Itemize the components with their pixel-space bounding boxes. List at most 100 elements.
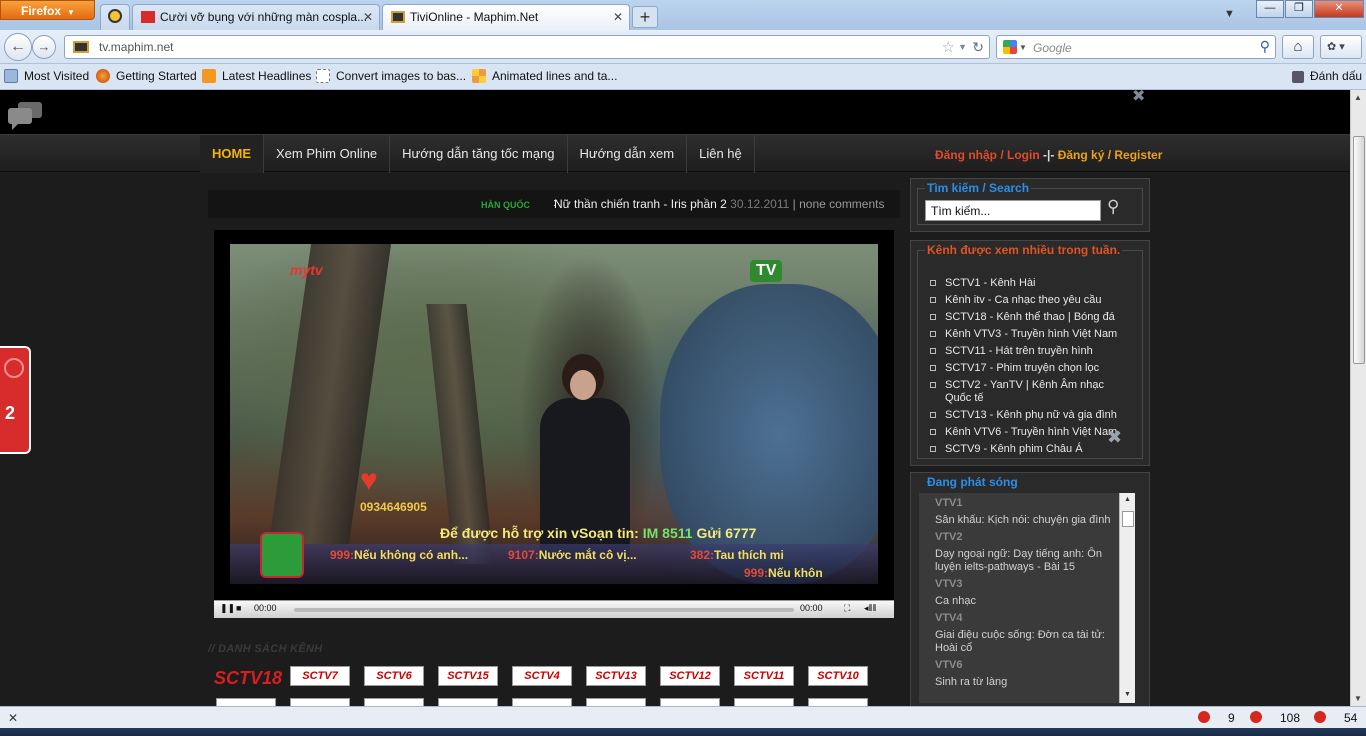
video-player[interactable]: mytv TV ♥ 0934646905 Để được hỗ trợ xin … bbox=[214, 230, 894, 618]
video-frame[interactable]: mytv TV ♥ 0934646905 Để được hỗ trợ xin … bbox=[230, 244, 878, 584]
maximize-button[interactable]: ❐ bbox=[1285, 0, 1313, 18]
tab-cosplay[interactable]: Cười vỡ bụng với những màn cospla... ✕ bbox=[132, 4, 380, 30]
search-icon[interactable]: ⚲ bbox=[1107, 197, 1119, 217]
site-search-input[interactable] bbox=[925, 200, 1101, 221]
back-button[interactable]: ← bbox=[4, 33, 32, 61]
channel-thumb[interactable] bbox=[364, 698, 424, 706]
popular-channel-item[interactable]: SCTV13 - Kênh phụ nữ và gia đình bbox=[929, 409, 1129, 422]
url-history-dropdown-icon[interactable]: ▼ bbox=[958, 42, 967, 52]
reload-icon[interactable]: ↻ bbox=[972, 39, 984, 56]
scroll-down-icon[interactable]: ▼ bbox=[1354, 694, 1362, 703]
pinned-tab[interactable] bbox=[100, 4, 130, 30]
comments-link[interactable]: | none comments bbox=[793, 197, 885, 211]
addon-person-icon[interactable] bbox=[1250, 711, 1262, 723]
page-scrollbar[interactable]: ▲ ▼ bbox=[1350, 90, 1366, 706]
register-link[interactable]: Đăng ký / Register bbox=[1058, 148, 1163, 162]
channel-sctv15[interactable]: SCTV15 bbox=[438, 666, 498, 686]
scroll-up-icon[interactable]: ▲ bbox=[1354, 93, 1362, 102]
menu-xem-phim-online[interactable]: Xem Phim Online bbox=[264, 135, 391, 173]
ticker-item: 382:Tau thích mi bbox=[690, 548, 784, 562]
popular-channel-item[interactable]: SCTV9 - Kênh phim Châu Á bbox=[929, 443, 1129, 456]
channel-thumb[interactable] bbox=[216, 698, 276, 706]
engine-dropdown-icon[interactable]: ▼ bbox=[1019, 43, 1027, 52]
popular-channel-item[interactable]: SCTV11 - Hát trên truyền hình bbox=[929, 345, 1129, 358]
popular-channel-item[interactable]: SCTV17 - Phim truyện chọn lọc bbox=[929, 362, 1129, 375]
forward-button[interactable]: → bbox=[32, 35, 56, 59]
bookmark-getting-started[interactable]: Getting Started bbox=[96, 69, 197, 83]
popular-channel-item[interactable]: SCTV18 - Kênh thể thao | Bóng đá bbox=[929, 311, 1129, 324]
list-scroll-thumb[interactable] bbox=[1122, 511, 1134, 527]
url-bar[interactable]: tv.maphim.net ☆ ▼ ↻ bbox=[64, 35, 990, 59]
category-link[interactable]: HÀN QUỐC bbox=[481, 200, 530, 210]
channel-sctv18[interactable]: SCTV18 bbox=[214, 666, 282, 692]
tab-tivionline[interactable]: TiviOnline - Maphim.Net ✕ bbox=[382, 4, 630, 30]
seek-bar[interactable] bbox=[294, 608, 794, 612]
menu-huong-dan-tang-toc[interactable]: Hướng dẫn tăng tốc mạng bbox=[390, 135, 568, 173]
popular-channels-list: SCTV1 - Kênh Hài Kênh itv - Ca nhạc theo… bbox=[929, 277, 1129, 460]
addon-button[interactable]: ✿ ▾ bbox=[1320, 35, 1362, 59]
search-icon[interactable]: ⚲ bbox=[1260, 38, 1270, 55]
bookmark-star-icon[interactable]: ☆ bbox=[942, 38, 955, 56]
channel-sctv7[interactable]: SCTV7 bbox=[290, 666, 350, 686]
tools-icon[interactable]: ✖ bbox=[1132, 90, 1145, 106]
popular-channel-item[interactable]: Kênh itv - Ca nhạc theo yêu cầu bbox=[929, 294, 1129, 307]
channel-sctv10[interactable]: SCTV10 bbox=[808, 666, 868, 686]
now-playing-list[interactable]: VTV1 Sân khấu: Kịch nói: chuyện gia đình… bbox=[919, 493, 1135, 703]
page-scroll-thumb[interactable] bbox=[1353, 136, 1365, 364]
list-all-tabs-icon[interactable]: ▼ bbox=[1224, 8, 1235, 20]
close-tab-icon[interactable]: ✕ bbox=[363, 10, 373, 24]
pause-icon[interactable]: ❚❚ bbox=[220, 603, 235, 614]
minimize-button[interactable]: — bbox=[1256, 0, 1284, 18]
floating-side-widget[interactable]: 2 bbox=[0, 346, 31, 454]
channel-sctv13[interactable]: SCTV13 bbox=[586, 666, 646, 686]
fullscreen-icon[interactable]: ⛶ bbox=[844, 603, 850, 614]
volume-icon[interactable]: ◂⦀⦀ bbox=[864, 603, 876, 614]
channel-thumb[interactable] bbox=[660, 698, 720, 706]
channel-sctv11[interactable]: SCTV11 bbox=[734, 666, 794, 686]
popular-channel-item[interactable]: SCTV1 - Kênh Hài bbox=[929, 277, 1129, 290]
addon-person-icon[interactable] bbox=[1314, 711, 1326, 723]
channel-thumb[interactable] bbox=[438, 698, 498, 706]
menu-huong-dan-xem[interactable]: Hướng dẫn xem bbox=[568, 135, 688, 173]
channel-sctv4[interactable]: SCTV4 bbox=[512, 666, 572, 686]
popular-channel-item[interactable]: SCTV2 - YanTV | Kênh Âm nhạc Quốc tế bbox=[929, 379, 1109, 405]
channel-thumb[interactable] bbox=[290, 698, 350, 706]
channel-thumb[interactable] bbox=[512, 698, 572, 706]
bookmark-latest-headlines[interactable]: Latest Headlines bbox=[202, 69, 311, 83]
login-link[interactable]: Đăng nhập / Login bbox=[935, 148, 1040, 162]
tools-icon[interactable]: ✖ bbox=[1107, 427, 1122, 448]
list-scrollbar[interactable]: ▲ ▼ bbox=[1119, 493, 1135, 703]
window-close-button[interactable]: ✕ bbox=[1314, 0, 1364, 18]
close-statusbar-icon[interactable]: ✕ bbox=[8, 711, 18, 725]
movie-title-text[interactable]: Nữ thần chiến tranh - Iris phần 2 bbox=[554, 197, 727, 211]
player-controls: ❚❚ ■ 00:00 00:00 ⛶ ◂⦀⦀ bbox=[214, 600, 894, 618]
menu-home[interactable]: HOME bbox=[200, 135, 264, 173]
channel-thumb[interactable] bbox=[808, 698, 868, 706]
new-tab-button[interactable]: + bbox=[632, 6, 658, 28]
popular-channel-item[interactable]: Kênh VTV6 - Truyền hình Việt Nam bbox=[929, 426, 1129, 439]
bookmark-convert-images[interactable]: Convert images to bas... bbox=[316, 69, 466, 83]
site-identity-icon[interactable] bbox=[73, 41, 89, 53]
menu-lien-he[interactable]: Liên hệ bbox=[687, 135, 755, 173]
search-bar[interactable]: ▼ Google ⚲ bbox=[996, 35, 1276, 59]
google-engine-icon[interactable] bbox=[1003, 40, 1017, 54]
popular-channel-item[interactable]: Kênh VTV3 - Truyền hình Việt Nam bbox=[929, 328, 1129, 341]
channel-sctv12[interactable]: SCTV12 bbox=[660, 666, 720, 686]
search-placeholder[interactable]: Google bbox=[1033, 41, 1072, 55]
bookmark-most-visited[interactable]: Most Visited bbox=[4, 69, 89, 83]
channel-sctv6[interactable]: SCTV6 bbox=[364, 666, 424, 686]
channel-thumb[interactable] bbox=[734, 698, 794, 706]
scroll-down-icon[interactable]: ▼ bbox=[1124, 691, 1131, 698]
comments-text[interactable]: none comments bbox=[799, 197, 884, 211]
addon-person-icon[interactable] bbox=[1198, 711, 1210, 723]
os-taskbar bbox=[0, 728, 1366, 736]
stop-icon[interactable]: ■ bbox=[236, 603, 241, 613]
home-button[interactable]: ⌂ bbox=[1282, 35, 1314, 59]
bookmarks-menu-button[interactable]: Đánh dấu bbox=[1292, 69, 1362, 83]
scroll-up-icon[interactable]: ▲ bbox=[1124, 496, 1131, 503]
close-tab-icon[interactable]: ✕ bbox=[613, 10, 623, 24]
channel-thumb[interactable] bbox=[586, 698, 646, 706]
url-text[interactable]: tv.maphim.net bbox=[99, 40, 173, 54]
firefox-menu-button[interactable]: Firefox ▼ bbox=[0, 0, 95, 20]
bookmark-animated-lines[interactable]: Animated lines and ta... bbox=[472, 69, 617, 83]
